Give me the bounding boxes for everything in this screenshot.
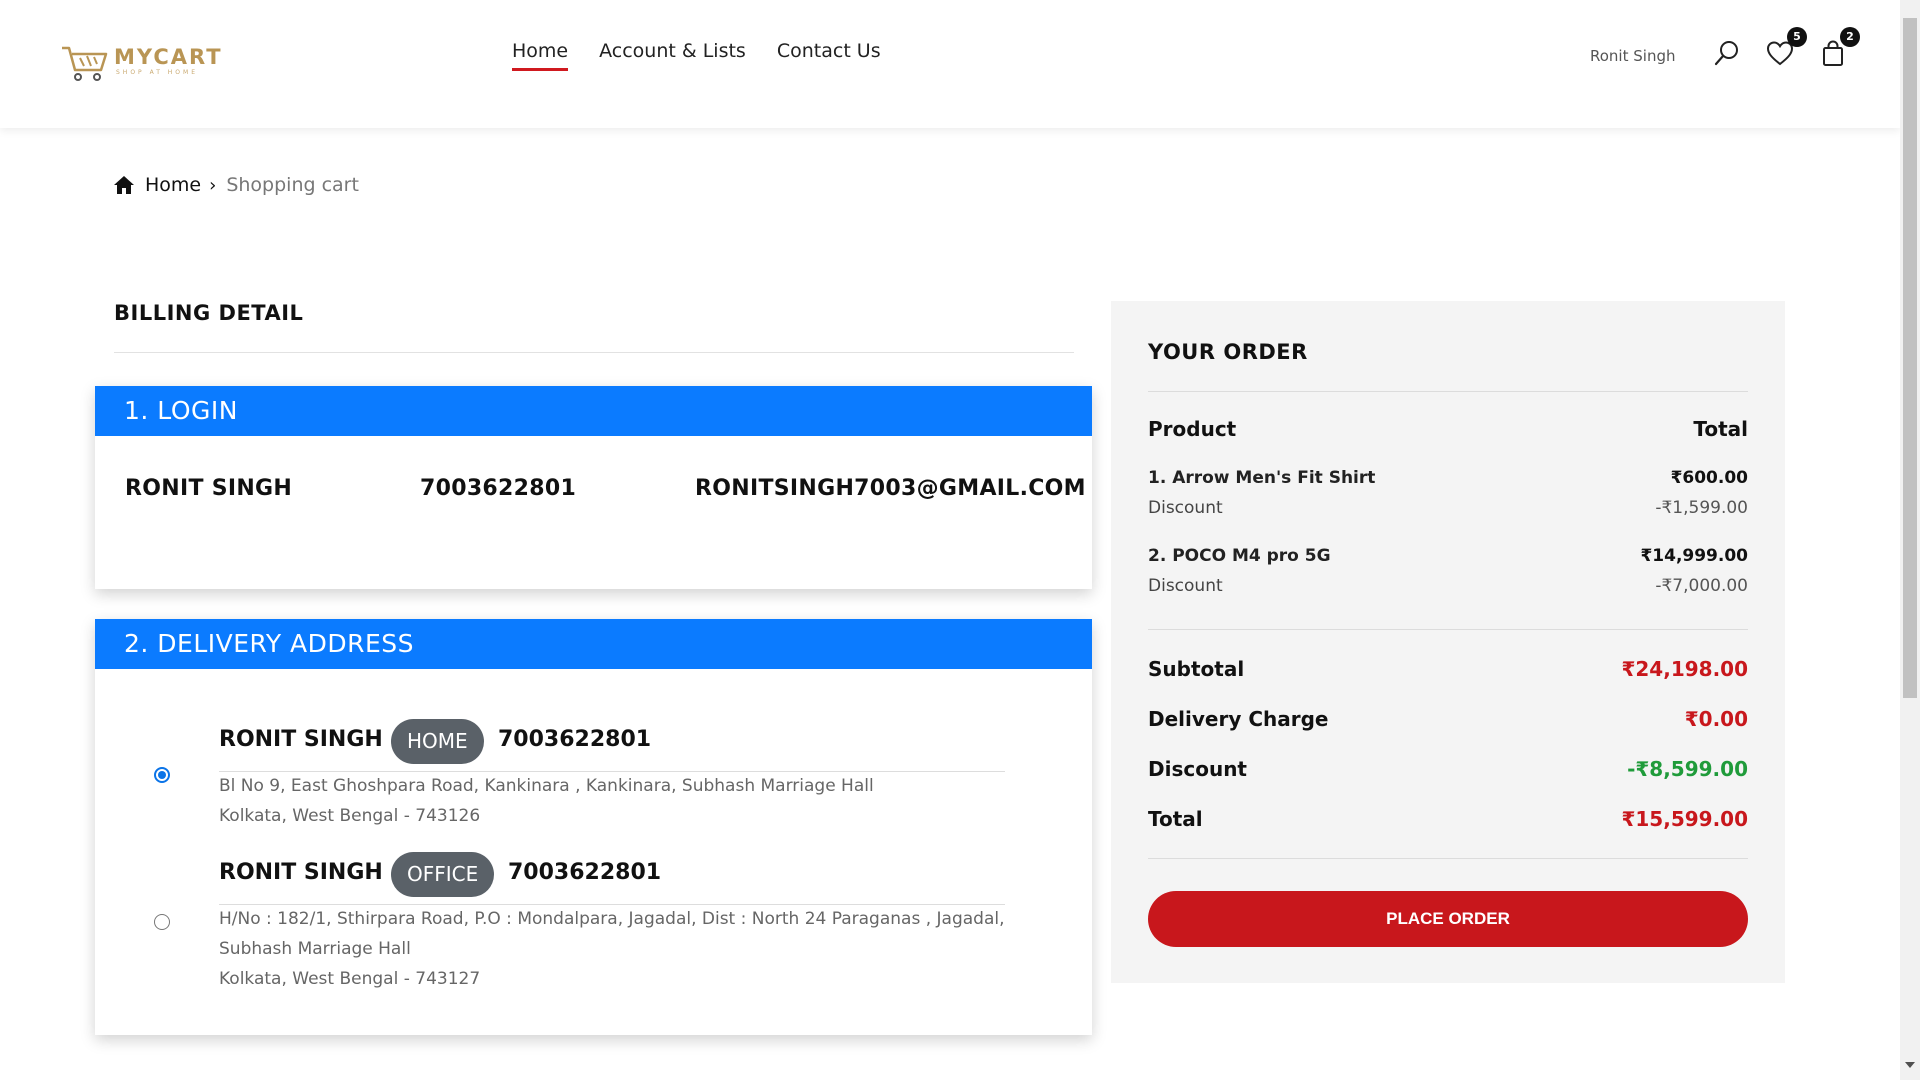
product-price: ₹600.00	[1670, 468, 1748, 488]
brand-name: MYCART	[114, 45, 223, 69]
subtotal-label: Subtotal	[1148, 657, 1245, 681]
order-item-row: 1. Arrow Men's Fit Shirt ₹600.00	[1148, 468, 1748, 488]
chevron-right-icon: ›	[209, 174, 217, 196]
divider	[219, 771, 1005, 772]
delivery-charge-value: ₹0.00	[1684, 707, 1748, 731]
order-item-discount-row: Discount -₹7,000.00	[1148, 576, 1748, 596]
address-tag-office: OFFICE	[391, 852, 495, 897]
divider	[1148, 858, 1748, 859]
divider	[1148, 391, 1748, 392]
login-heading: 1. LOGIN	[95, 386, 1092, 436]
breadcrumb-current: Shopping cart	[226, 174, 359, 196]
product-name: 1. Arrow Men's Fit Shirt	[1148, 468, 1376, 488]
breadcrumb: Home › Shopping cart	[113, 174, 359, 196]
logo[interactable]: MYCART SHOP AT HOME	[60, 42, 230, 84]
home-icon[interactable]	[113, 175, 135, 195]
column-total: Total	[1693, 417, 1748, 441]
divider	[114, 352, 1074, 353]
discount-label: Discount	[1148, 757, 1247, 781]
search-icon[interactable]	[1712, 38, 1742, 68]
site-header: MYCART SHOP AT HOME Home Account & Lists…	[0, 0, 1900, 128]
column-product: Product	[1148, 417, 1237, 441]
billing-detail-heading: BILLING DETAIL	[114, 301, 304, 325]
discount-label: Discount	[1148, 576, 1223, 596]
delivery-charge-label: Delivery Charge	[1148, 707, 1329, 731]
discount-label: Discount	[1148, 498, 1223, 518]
address-phone: 7003622801	[498, 727, 652, 752]
address-name: RONIT SINGH	[219, 727, 383, 752]
address-name: RONIT SINGH	[219, 860, 383, 885]
discount-row: Discount -₹8,599.00	[1148, 757, 1748, 781]
address-line: H/No : 182/1, Sthirpara Road, P.O : Mond…	[219, 909, 1005, 929]
address-city: Kolkata, West Bengal - 743127	[219, 969, 481, 989]
product-name: 2. POCO M4 pro 5G	[1148, 546, 1331, 566]
divider	[219, 904, 1005, 905]
main-nav: Home Account & Lists Contact Us	[512, 40, 881, 71]
wishlist-count-badge: 5	[1787, 27, 1807, 47]
login-section: 1. LOGIN RONIT SINGH 7003622801 RONITSIN…	[95, 386, 1092, 589]
address-radio-office[interactable]	[154, 914, 170, 930]
discount-value: -₹8,599.00	[1627, 757, 1748, 781]
address-line: Subhash Marriage Hall	[219, 939, 411, 959]
total-row: Total ₹15,599.00	[1148, 807, 1748, 831]
product-price: ₹14,999.00	[1640, 546, 1748, 566]
discount-value: -₹1,599.00	[1655, 498, 1748, 518]
order-header-row: Product Total	[1148, 417, 1748, 441]
breadcrumb-home-link[interactable]: Home	[145, 174, 201, 196]
cart-logo-icon	[62, 46, 108, 81]
scrollbar-thumb[interactable]	[1903, 18, 1917, 698]
divider	[1148, 629, 1748, 630]
total-label: Total	[1148, 807, 1203, 831]
order-item-discount-row: Discount -₹1,599.00	[1148, 498, 1748, 518]
nav-home[interactable]: Home	[512, 40, 569, 71]
nav-contact-us[interactable]: Contact Us	[777, 40, 881, 71]
total-value: ₹15,599.00	[1621, 807, 1748, 831]
page-scrollbar[interactable]	[1900, 0, 1920, 1080]
address-radio-home[interactable]	[154, 767, 170, 783]
address-phone: 7003622801	[508, 860, 662, 885]
nav-account-lists[interactable]: Account & Lists	[599, 40, 746, 71]
order-heading: YOUR ORDER	[1148, 340, 1308, 364]
order-summary-panel: YOUR ORDER Product Total 1. Arrow Men's …	[1111, 301, 1785, 983]
delivery-heading: 2. DELIVERY ADDRESS	[95, 619, 1092, 669]
address-tag-home: HOME	[391, 719, 484, 764]
delivery-address-section: 2. DELIVERY ADDRESS RONIT SINGH HOME 700…	[95, 619, 1092, 1035]
place-order-button[interactable]: PLACE ORDER	[1148, 891, 1748, 947]
user-name[interactable]: Ronit Singh	[1590, 47, 1675, 65]
address-line: Bl No 9, East Ghoshpara Road, Kankinara …	[219, 776, 874, 796]
wishlist-button[interactable]: 5	[1765, 27, 1807, 68]
scroll-down-arrow-icon[interactable]	[1905, 1062, 1915, 1068]
login-phone: 7003622801	[420, 476, 577, 501]
login-email: RONITSINGH7003@GMAIL.COM	[695, 476, 1086, 501]
address-city: Kolkata, West Bengal - 743126	[219, 806, 481, 826]
cart-count-badge: 2	[1840, 27, 1860, 47]
login-name: RONIT SINGH	[125, 476, 293, 501]
cart-button[interactable]: 2	[1818, 27, 1860, 68]
subtotal-row: Subtotal ₹24,198.00	[1148, 657, 1748, 681]
delivery-charge-row: Delivery Charge ₹0.00	[1148, 707, 1748, 731]
discount-value: -₹7,000.00	[1655, 576, 1748, 596]
order-item-row: 2. POCO M4 pro 5G ₹14,999.00	[1148, 546, 1748, 566]
brand-tagline: SHOP AT HOME	[116, 69, 198, 76]
subtotal-value: ₹24,198.00	[1621, 657, 1748, 681]
